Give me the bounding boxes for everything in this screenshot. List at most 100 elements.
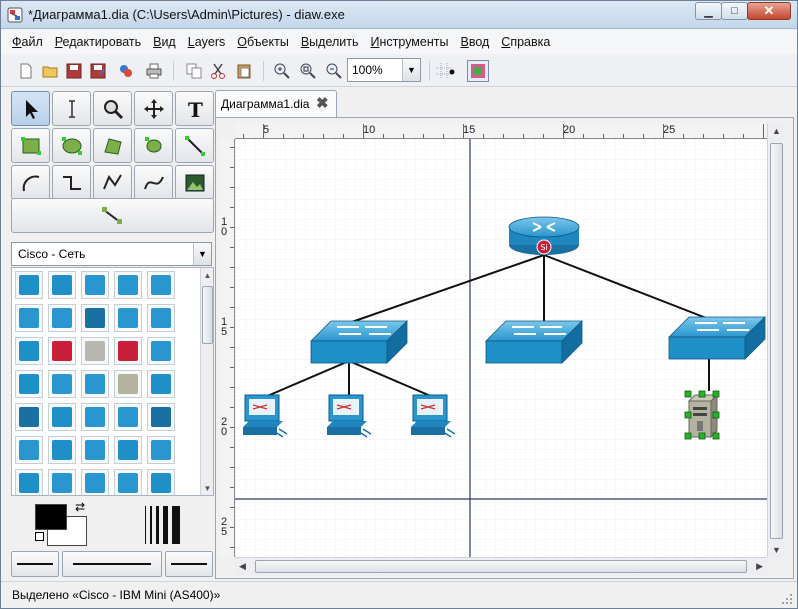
scroll-up-icon[interactable]: ▲ bbox=[772, 126, 781, 136]
palette-scroll-thumb[interactable] bbox=[202, 286, 213, 344]
switch-right-node[interactable] bbox=[668, 316, 766, 360]
diagram-canvas[interactable]: Si bbox=[235, 139, 767, 557]
palette-shape-item[interactable] bbox=[147, 436, 175, 464]
print-button[interactable] bbox=[143, 60, 165, 82]
palette-shape-item[interactable] bbox=[15, 370, 43, 398]
menu-tools[interactable]: Инструменты bbox=[371, 35, 449, 49]
palette-shape-item[interactable] bbox=[147, 271, 175, 299]
palette-shape-item[interactable] bbox=[147, 469, 175, 495]
title-bar[interactable]: *Диаграмма1.dia (C:\Users\Admin\Pictures… bbox=[1, 1, 797, 29]
palette-shape-item[interactable] bbox=[81, 370, 109, 398]
vertical-scrollbar[interactable]: ▲ ▼ bbox=[767, 123, 785, 557]
tool-outline[interactable] bbox=[11, 198, 214, 233]
palette-shape-item[interactable] bbox=[114, 403, 142, 431]
menu-help[interactable]: Справка bbox=[501, 35, 550, 49]
menu-layers[interactable]: Layers bbox=[188, 35, 226, 49]
menu-objects[interactable]: Объекты bbox=[237, 35, 289, 49]
palette-shape-item[interactable] bbox=[81, 403, 109, 431]
tool-beziergon[interactable] bbox=[134, 128, 173, 163]
switch-left-node[interactable] bbox=[310, 320, 408, 364]
reset-colors-icon[interactable] bbox=[35, 532, 44, 541]
start-arrow-button[interactable] bbox=[11, 551, 59, 577]
cut-button[interactable] bbox=[207, 60, 229, 82]
new-button[interactable] bbox=[15, 60, 37, 82]
scroll-down-icon[interactable]: ▼ bbox=[772, 545, 781, 555]
scroll-left-icon[interactable]: ◀ bbox=[239, 561, 246, 572]
palette-shape-item[interactable] bbox=[147, 403, 175, 431]
horizontal-scrollbar[interactable]: ◀ ▶ bbox=[235, 557, 767, 575]
menu-file[interactable]: Файл bbox=[12, 35, 43, 49]
snap-point-button[interactable] bbox=[441, 60, 463, 82]
palette-shape-item[interactable] bbox=[48, 337, 76, 365]
zoom-combo[interactable]: 100% ▼ bbox=[347, 58, 421, 82]
palette-shape-item[interactable] bbox=[81, 337, 109, 365]
close-tab-icon[interactable]: ✖ bbox=[316, 94, 329, 112]
router-node[interactable]: Si bbox=[508, 216, 580, 255]
palette-shape-item[interactable] bbox=[15, 436, 43, 464]
palette-shape-item[interactable] bbox=[81, 469, 109, 495]
scroll-down-icon[interactable]: ▼ bbox=[201, 481, 213, 495]
layer-toggle-button[interactable] bbox=[467, 60, 489, 82]
zoom-fit-button[interactable] bbox=[297, 60, 319, 82]
tool-image[interactable] bbox=[175, 165, 214, 200]
tool-line[interactable] bbox=[175, 128, 214, 163]
menu-view[interactable]: Вид bbox=[153, 35, 176, 49]
palette-shape-item[interactable] bbox=[81, 271, 109, 299]
tool-polygon[interactable] bbox=[93, 128, 132, 163]
palette-shape-item[interactable] bbox=[147, 370, 175, 398]
tool-text-edit[interactable] bbox=[52, 91, 91, 126]
palette-shape-item[interactable] bbox=[48, 271, 76, 299]
foreground-color-swatch[interactable] bbox=[35, 504, 67, 530]
palette-shape-item[interactable] bbox=[48, 403, 76, 431]
resize-grip-icon[interactable] bbox=[781, 593, 793, 605]
export-button[interactable] bbox=[115, 60, 137, 82]
paste-button[interactable] bbox=[233, 60, 255, 82]
palette-shape-item[interactable] bbox=[114, 370, 142, 398]
palette-shape-item[interactable] bbox=[48, 436, 76, 464]
palette-shape-item[interactable] bbox=[15, 271, 43, 299]
palette-shape-item[interactable] bbox=[15, 469, 43, 495]
palette-shape-item[interactable] bbox=[15, 304, 43, 332]
minimize-button[interactable]: ▁ bbox=[695, 2, 722, 20]
save-button[interactable] bbox=[63, 60, 85, 82]
scroll-up-icon[interactable]: ▲ bbox=[201, 268, 213, 282]
chevron-down-icon[interactable]: ▼ bbox=[402, 59, 420, 81]
palette-scrollbar[interactable]: ▲ ▼ bbox=[200, 268, 213, 495]
palette-shape-item[interactable] bbox=[147, 337, 175, 365]
tool-ellipse[interactable] bbox=[52, 128, 91, 163]
save-as-button[interactable] bbox=[87, 60, 109, 82]
scroll-right-icon[interactable]: ▶ bbox=[756, 561, 763, 572]
line-width-icon[interactable] bbox=[143, 504, 185, 546]
tool-scroll[interactable] bbox=[134, 91, 173, 126]
zoom-out-button[interactable] bbox=[323, 60, 345, 82]
open-button[interactable] bbox=[39, 60, 61, 82]
menu-select[interactable]: Выделить bbox=[301, 35, 359, 49]
palette-shape-item[interactable] bbox=[15, 403, 43, 431]
palette-shape-item[interactable] bbox=[15, 337, 43, 365]
line-style-button[interactable] bbox=[62, 551, 162, 577]
copy-button[interactable] bbox=[183, 60, 205, 82]
tool-magnify[interactable] bbox=[93, 91, 132, 126]
menu-input[interactable]: Ввод bbox=[460, 35, 489, 49]
palette-shape-item[interactable] bbox=[114, 469, 142, 495]
tool-box[interactable] bbox=[11, 128, 50, 163]
horizontal-scroll-thumb[interactable] bbox=[255, 560, 747, 573]
palette-shape-item[interactable] bbox=[48, 469, 76, 495]
tool-text[interactable]: T bbox=[175, 91, 214, 126]
palette-shape-item[interactable] bbox=[81, 436, 109, 464]
menu-edit[interactable]: Редактировать bbox=[55, 35, 141, 49]
palette-shape-item[interactable] bbox=[147, 304, 175, 332]
tool-polyline[interactable] bbox=[93, 165, 132, 200]
palette-shape-item[interactable] bbox=[114, 271, 142, 299]
palette-shape-item[interactable] bbox=[48, 304, 76, 332]
switch-mid-node[interactable] bbox=[485, 320, 583, 364]
end-arrow-button[interactable] bbox=[165, 551, 213, 577]
tool-arc[interactable] bbox=[11, 165, 50, 200]
tool-bezier[interactable] bbox=[134, 165, 173, 200]
diagram-tab[interactable]: Диаграмма1.dia ✖ bbox=[215, 90, 337, 117]
tool-zigzag[interactable] bbox=[52, 165, 91, 200]
vertical-scroll-thumb[interactable] bbox=[770, 143, 783, 539]
palette-shape-item[interactable] bbox=[81, 304, 109, 332]
palette-shape-item[interactable] bbox=[114, 304, 142, 332]
palette-shape-item[interactable] bbox=[114, 436, 142, 464]
